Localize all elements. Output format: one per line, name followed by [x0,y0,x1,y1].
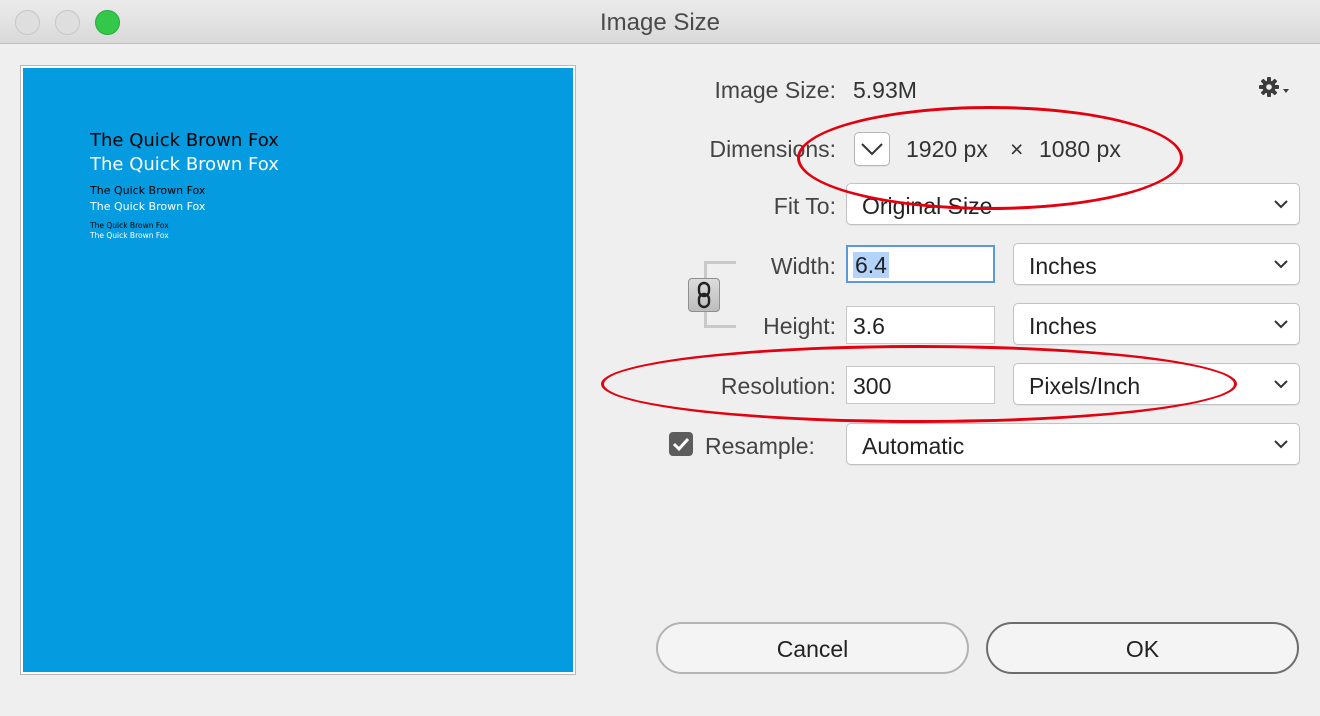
image-preview-frame: The Quick Brown Fox The Quick Brown Fox … [20,65,576,675]
gear-icon[interactable] [1258,76,1292,100]
width-label: Width: [770,253,836,279]
resample-label: Resample: [705,433,815,459]
image-size-label: Image Size: [714,77,836,103]
resolution-unit-select[interactable]: Pixels/Inch [1013,363,1300,405]
window-title: Image Size [599,9,721,36]
height-unit-value: Inches [1029,313,1097,339]
dimensions-separator: × [1010,136,1024,162]
constrain-proportions-button[interactable] [688,278,720,312]
resolution-value: 300 [853,373,892,399]
height-unit-select[interactable]: Inches [1013,303,1300,345]
image-size-value: 5.93M [853,77,917,103]
width-value: 6.4 [853,252,889,278]
preview-text-medium-black: The Quick Brown Fox [90,184,206,197]
preview-text-small-black: The Quick Brown Fox [90,221,169,230]
preview-text-large-black: The Quick Brown Fox [90,130,279,151]
width-unit-value: Inches [1029,253,1097,279]
resample-select[interactable]: Automatic [846,423,1300,465]
cancel-button[interactable]: Cancel [656,622,969,674]
ok-button[interactable]: OK [986,622,1299,674]
height-value: 3.6 [853,313,885,339]
height-input[interactable]: 3.6 [846,306,995,344]
dimensions-label: Dimensions: [709,136,836,162]
dimensions-width-value: 1920 px [906,136,988,162]
resample-value: Automatic [862,433,965,459]
title-bar: Image Size [0,0,1320,44]
preview-text-small-white: The Quick Brown Fox [90,231,169,240]
checkmark-icon [672,437,690,452]
chevron-down-icon [1274,260,1288,269]
preview-text-large-white: The Quick Brown Fox [90,154,279,175]
chevron-down-icon [1274,440,1288,449]
chevron-down-icon [1274,380,1288,389]
dimensions-units-dropdown[interactable] [854,132,890,166]
resample-checkbox[interactable] [669,432,693,456]
width-unit-select[interactable]: Inches [1013,243,1300,285]
chain-link-icon [697,281,711,309]
chevron-down-icon [1274,200,1288,209]
fit-to-value: Original Size [862,193,993,219]
image-preview[interactable]: The Quick Brown Fox The Quick Brown Fox … [23,68,573,672]
fit-to-select[interactable]: Original Size [846,183,1300,225]
preview-text-medium-white: The Quick Brown Fox [90,200,206,213]
height-label: Height: [763,313,836,339]
fit-to-label: Fit To: [773,193,836,219]
resolution-label: Resolution: [720,373,836,399]
dimensions-height-value: 1080 px [1039,136,1121,162]
resolution-input[interactable]: 300 [846,366,995,404]
image-size-dialog: The Quick Brown Fox The Quick Brown Fox … [0,45,1320,716]
chevron-down-icon [861,143,883,156]
chevron-down-icon [1274,320,1288,329]
width-input[interactable]: 6.4 [846,245,995,283]
resolution-unit-value: Pixels/Inch [1029,373,1141,399]
